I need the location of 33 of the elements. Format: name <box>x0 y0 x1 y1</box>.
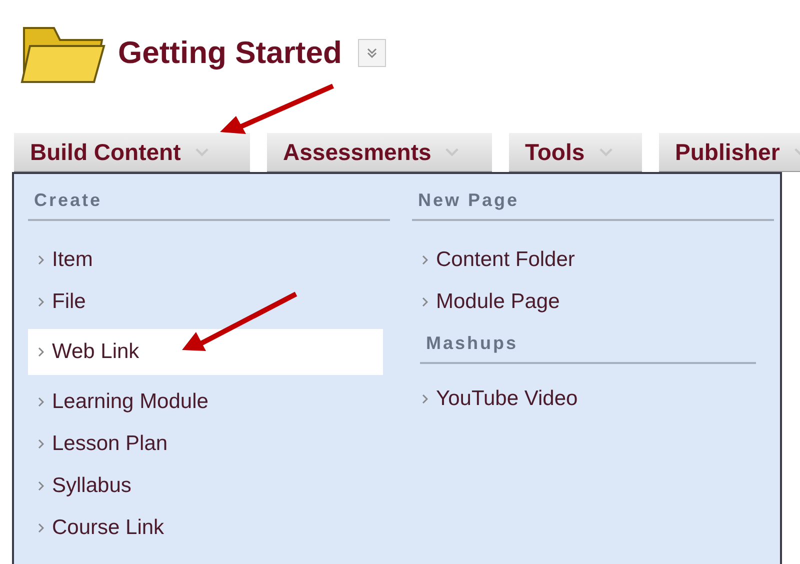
section-heading: New Page <box>412 190 774 221</box>
caret-icon <box>598 148 613 156</box>
options-button[interactable] <box>358 38 386 66</box>
double-chevron-icon <box>366 46 378 58</box>
chevron-icon <box>422 297 428 307</box>
chevron-icon <box>422 394 428 404</box>
menu-tab[interactable]: Publisher <box>659 133 800 172</box>
menu-tab[interactable]: Build Content <box>14 133 250 172</box>
menu-item[interactable]: Syllabus <box>28 465 390 507</box>
caret-icon <box>445 148 460 156</box>
chevron-icon <box>38 439 44 449</box>
chevron-icon <box>422 255 428 265</box>
section-heading: Create <box>28 190 390 221</box>
page-title: Getting Started <box>118 34 342 70</box>
chevron-icon <box>38 481 44 491</box>
chevron-icon <box>38 255 44 265</box>
menu-item[interactable]: Learning Module <box>28 381 390 423</box>
menu-tab[interactable]: Tools <box>509 133 642 172</box>
menu-tab[interactable]: Assessments <box>267 133 492 172</box>
chevron-icon <box>38 397 44 407</box>
menu-item[interactable]: Lesson Plan <box>28 423 390 465</box>
menu-item[interactable]: Item <box>28 239 390 281</box>
menu-item[interactable]: File <box>28 281 390 323</box>
chevron-icon <box>38 523 44 533</box>
chevron-icon <box>38 347 44 357</box>
chevron-icon <box>38 297 44 307</box>
section-heading: Mashups <box>420 333 756 364</box>
menu-item[interactable]: Module Page <box>412 281 774 323</box>
menu-item[interactable]: YouTube Video <box>412 378 774 420</box>
menu-item[interactable]: Course Link <box>28 507 390 549</box>
menu-item[interactable]: Content Folder <box>412 239 774 281</box>
menu-item[interactable]: Web Link <box>28 329 383 375</box>
caret-icon <box>194 148 209 156</box>
